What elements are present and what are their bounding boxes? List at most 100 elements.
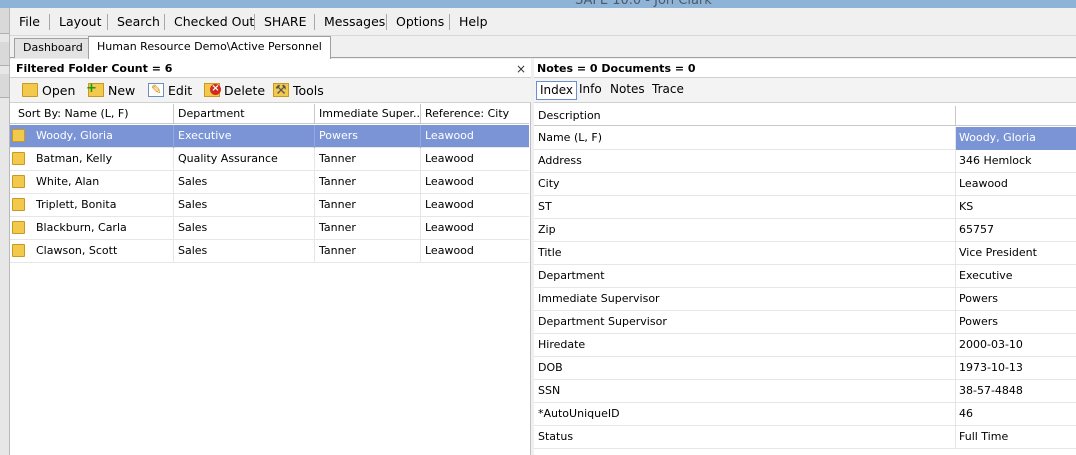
folder-toolbar: Open New Edit Delete Tools bbox=[10, 78, 531, 103]
index-field-label: Department Supervisor bbox=[534, 311, 956, 334]
folder-count-label: Filtered Folder Count = 6 bbox=[16, 62, 173, 75]
row-name: White, Alan bbox=[32, 171, 174, 194]
notes-documents-header: Notes = 0 Documents = 0 bbox=[534, 59, 1076, 78]
index-field-label: ST bbox=[534, 196, 956, 219]
index-field-value[interactable]: Full Time bbox=[956, 426, 1076, 449]
new-folder-icon bbox=[86, 79, 104, 98]
index-field-value[interactable]: Executive bbox=[956, 265, 1076, 288]
menu-checked-out[interactable]: Checked Out bbox=[168, 8, 260, 36]
menu-search[interactable]: Search bbox=[111, 8, 166, 36]
index-row[interactable]: ST KS bbox=[534, 196, 1076, 219]
tab-active-personnel[interactable]: Human Resource Demo\Active Personnel bbox=[88, 36, 331, 59]
index-row[interactable]: SSN 38-57-4848 bbox=[534, 380, 1076, 403]
folder-details-panel: Notes = 0 Documents = 0 Index Info Notes… bbox=[534, 59, 1076, 455]
folder-count-header: Filtered Folder Count = 6 × bbox=[10, 59, 531, 78]
index-field-value[interactable]: KS bbox=[956, 196, 1076, 219]
tab-dashboard[interactable]: Dashboard bbox=[14, 38, 92, 58]
index-row[interactable]: Title Vice President bbox=[534, 242, 1076, 265]
row-name: Woody, Gloria bbox=[32, 125, 174, 148]
folder-icon bbox=[12, 129, 25, 142]
row-department: Sales bbox=[174, 171, 315, 194]
folder-icon bbox=[12, 221, 25, 234]
edit-button[interactable]: Edit bbox=[148, 81, 192, 100]
menu-options[interactable]: Options bbox=[390, 8, 450, 36]
open-folder-icon bbox=[22, 83, 38, 97]
left-dock-strip[interactable] bbox=[0, 8, 10, 455]
index-row[interactable]: Status Full Time bbox=[534, 426, 1076, 449]
row-city: Leawood bbox=[425, 221, 474, 234]
open-button[interactable]: Open bbox=[22, 81, 75, 100]
menu-file[interactable]: File bbox=[13, 8, 46, 36]
index-field-value[interactable]: 2000-03-10 bbox=[956, 334, 1076, 357]
tab-index[interactable]: Index bbox=[536, 81, 578, 100]
index-row[interactable]: Zip 65757 bbox=[534, 219, 1076, 242]
index-field-value[interactable]: Powers bbox=[956, 288, 1076, 311]
index-row[interactable]: Department Supervisor Powers bbox=[534, 311, 1076, 334]
row-department: Sales bbox=[174, 194, 315, 217]
index-field-label: Title bbox=[534, 242, 956, 265]
folder-icon bbox=[12, 198, 25, 211]
row-city: Leawood bbox=[425, 129, 474, 142]
row-department: Executive bbox=[174, 125, 315, 148]
column-header-supervisor[interactable]: Immediate Super... bbox=[315, 104, 421, 124]
new-label: New bbox=[108, 83, 136, 98]
index-field-label: Zip bbox=[534, 219, 956, 242]
table-row[interactable]: White, Alan Sales Tanner Leawood bbox=[10, 171, 529, 194]
table-row[interactable]: Batman, Kelly Quality Assurance Tanner Leaw… bbox=[10, 148, 529, 171]
tab-notes[interactable]: Notes bbox=[607, 81, 648, 100]
column-header-value[interactable] bbox=[956, 106, 1076, 126]
index-field-label: Department bbox=[534, 265, 956, 288]
tools-button[interactable]: Tools bbox=[273, 81, 324, 100]
row-supervisor: Tanner bbox=[315, 217, 421, 240]
index-row[interactable]: Name (L, F) Woody, Gloria bbox=[534, 127, 1076, 150]
tab-info[interactable]: Info bbox=[576, 81, 605, 100]
delete-label: Delete bbox=[224, 83, 266, 98]
index-field-label: SSN bbox=[534, 380, 956, 403]
menu-share[interactable]: SHARE bbox=[258, 8, 312, 36]
index-field-value[interactable]: Powers bbox=[956, 311, 1076, 334]
index-field-value[interactable]: Leawood bbox=[956, 173, 1076, 196]
delete-icon bbox=[204, 83, 221, 97]
row-name: Blackburn, Carla bbox=[32, 217, 174, 240]
delete-button[interactable]: Delete bbox=[204, 81, 265, 100]
table-row[interactable]: Triplett, Bonita Sales Tanner Leawood bbox=[10, 194, 529, 217]
column-header-name[interactable]: Sort By: Name (L, F) bbox=[14, 104, 174, 124]
index-field-value[interactable]: 38-57-4848 bbox=[956, 380, 1076, 403]
new-button[interactable]: New bbox=[86, 79, 136, 100]
index-row[interactable]: Address 346 Hemlock bbox=[534, 150, 1076, 173]
index-row[interactable]: Hiredate 2000-03-10 bbox=[534, 334, 1076, 357]
menu-help[interactable]: Help bbox=[453, 8, 494, 36]
row-department: Quality Assurance bbox=[174, 148, 315, 171]
index-row[interactable]: City Leawood bbox=[534, 173, 1076, 196]
row-name: Triplett, Bonita bbox=[32, 194, 174, 217]
row-department: Sales bbox=[174, 217, 315, 240]
row-supervisor: Tanner bbox=[315, 194, 421, 217]
close-icon[interactable]: × bbox=[516, 60, 526, 79]
menu-layout[interactable]: Layout bbox=[53, 8, 108, 36]
index-field-value[interactable]: 1973-10-13 bbox=[956, 357, 1076, 380]
table-row[interactable]: Clawson, Scott Sales Tanner Leawood bbox=[10, 240, 529, 263]
tab-trace[interactable]: Trace bbox=[649, 81, 687, 100]
column-header-city[interactable]: Reference: City bbox=[421, 104, 529, 124]
index-field-value[interactable]: 65757 bbox=[956, 219, 1076, 242]
open-label: Open bbox=[42, 83, 76, 98]
folder-icon bbox=[12, 244, 25, 257]
index-field-label: Immediate Supervisor bbox=[534, 288, 956, 311]
table-row[interactable]: Blackburn, Carla Sales Tanner Leawood bbox=[10, 217, 529, 240]
window-title: SAFE 10.0 - Jon Clark bbox=[575, 0, 712, 8]
row-supervisor: Tanner bbox=[315, 148, 421, 171]
edit-icon bbox=[148, 81, 164, 100]
index-row[interactable]: Department Executive bbox=[534, 265, 1076, 288]
index-field-value[interactable]: Vice President bbox=[956, 242, 1076, 265]
index-row[interactable]: Immediate Supervisor Powers bbox=[534, 288, 1076, 311]
index-field-value[interactable]: Woody, Gloria bbox=[956, 127, 1076, 150]
menu-messages[interactable]: Messages bbox=[318, 8, 391, 36]
index-field-value[interactable]: 46 bbox=[956, 403, 1076, 426]
table-row[interactable]: Woody, Gloria Executive Powers Leawood bbox=[10, 125, 529, 148]
column-header-description[interactable]: Description bbox=[534, 106, 956, 126]
index-field-value[interactable]: 346 Hemlock bbox=[956, 150, 1076, 173]
index-row[interactable]: DOB 1973-10-13 bbox=[534, 357, 1076, 380]
index-field-label: DOB bbox=[534, 357, 956, 380]
column-header-department[interactable]: Department bbox=[174, 104, 315, 124]
index-row[interactable]: *AutoUniqueID 46 bbox=[534, 403, 1076, 426]
